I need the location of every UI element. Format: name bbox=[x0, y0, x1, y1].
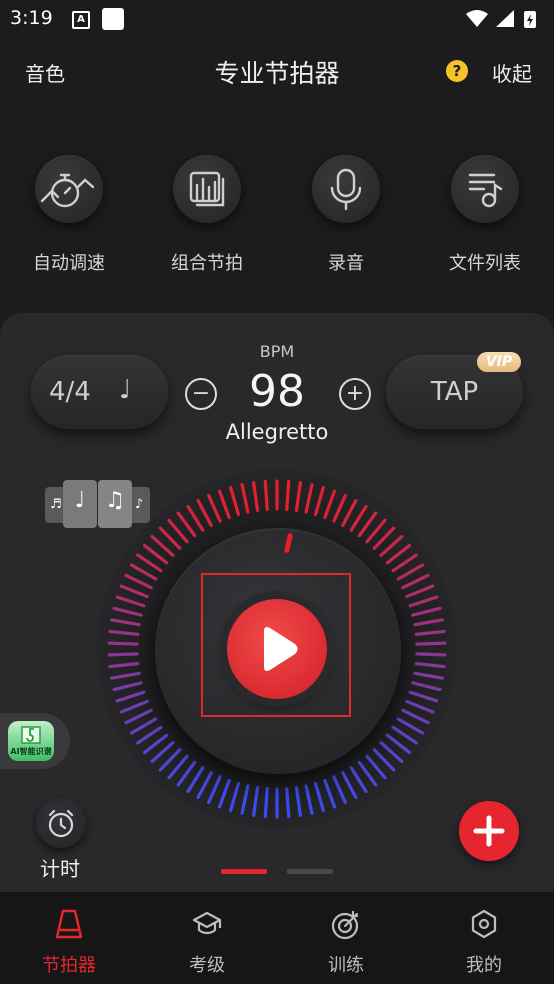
dial-tick bbox=[415, 641, 447, 646]
status-bar: 3:19 A bbox=[0, 0, 554, 38]
tool-record[interactable]: 录音 bbox=[291, 155, 401, 275]
bpm-increase-button[interactable]: + bbox=[339, 378, 371, 410]
combo-beat-icon bbox=[173, 155, 241, 223]
page-indicator-active[interactable] bbox=[221, 869, 267, 874]
nav-profile[interactable]: 我的 bbox=[415, 892, 553, 984]
vip-badge: VIP bbox=[477, 352, 521, 372]
dial-tick bbox=[285, 479, 291, 511]
bottom-nav: 节拍器 考级 训练 我的 bbox=[0, 892, 554, 984]
tools-row: 自动调速 组合节拍 录音 文件列表 bbox=[0, 155, 554, 285]
tool-label: 自动调速 bbox=[33, 253, 105, 274]
dial-tick bbox=[263, 787, 269, 819]
nav-label: 训练 bbox=[328, 955, 364, 976]
nav-label: 我的 bbox=[466, 955, 502, 976]
dial-tick bbox=[263, 479, 269, 511]
page-title: 专业节拍器 bbox=[214, 59, 340, 88]
nav-label: 节拍器 bbox=[42, 955, 96, 976]
tap-label: TAP bbox=[430, 377, 479, 407]
status-time: 3:19 bbox=[10, 7, 53, 29]
alarm-clock-icon bbox=[48, 809, 74, 838]
tool-label: 录音 bbox=[328, 253, 364, 274]
auto-speed-icon bbox=[35, 155, 103, 223]
beat-card-icon: ♩ bbox=[63, 480, 97, 528]
status-icons bbox=[466, 10, 536, 28]
nav-label: 考级 bbox=[189, 955, 225, 976]
dial-tick bbox=[107, 652, 139, 657]
tool-combo-beat[interactable]: 组合节拍 bbox=[152, 155, 262, 275]
target-icon bbox=[331, 910, 359, 940]
tool-auto-speed[interactable]: 自动调速 bbox=[14, 155, 124, 275]
file-list-icon bbox=[451, 155, 519, 223]
top-bar: 音色 专业节拍器 ? 收起 bbox=[0, 38, 554, 104]
timer-button[interactable] bbox=[36, 798, 86, 848]
nav-metronome[interactable]: 节拍器 bbox=[0, 892, 138, 984]
nav-training[interactable]: 训练 bbox=[277, 892, 415, 984]
graduation-cap-icon bbox=[192, 911, 222, 935]
ai-recognition-button[interactable]: AI智能识谱 bbox=[0, 713, 70, 769]
plus-icon bbox=[473, 815, 505, 847]
play-button[interactable] bbox=[227, 599, 327, 699]
notification-a-icon: A bbox=[72, 11, 90, 29]
page-indicator[interactable] bbox=[287, 869, 333, 874]
tool-label: 文件列表 bbox=[449, 253, 521, 274]
microphone-icon bbox=[312, 155, 380, 223]
timer-label: 计时 bbox=[40, 857, 80, 881]
help-icon[interactable]: ? bbox=[446, 60, 468, 82]
nav-grade-exam[interactable]: 考级 bbox=[138, 892, 276, 984]
collapse-button[interactable]: 收起 bbox=[492, 58, 532, 87]
ai-badge-text: AI智能识谱 bbox=[10, 747, 52, 756]
dial-tick bbox=[415, 652, 447, 657]
notification-square-icon bbox=[102, 8, 124, 30]
add-button[interactable] bbox=[459, 801, 519, 861]
tool-label: 组合节拍 bbox=[171, 253, 243, 274]
tool-file-list[interactable]: 文件列表 bbox=[430, 155, 540, 275]
dial-tick bbox=[107, 641, 139, 646]
dial-tick bbox=[285, 787, 291, 819]
metronome-icon bbox=[55, 909, 83, 939]
profile-hexagon-icon bbox=[471, 909, 497, 939]
play-icon bbox=[264, 627, 298, 671]
